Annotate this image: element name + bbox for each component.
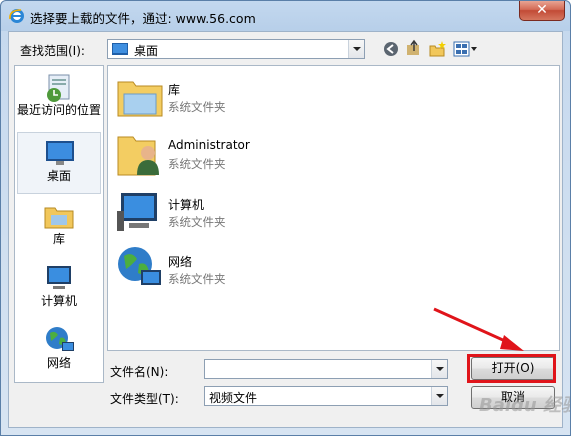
up-folder-icon[interactable] bbox=[406, 39, 422, 59]
look-in-label: 查找范围(I): bbox=[20, 44, 85, 58]
back-icon[interactable] bbox=[383, 39, 399, 59]
place-desktop[interactable]: 桌面 bbox=[17, 132, 101, 194]
item-type: 系统文件夹 bbox=[168, 215, 226, 229]
new-folder-icon[interactable] bbox=[429, 39, 447, 59]
place-computer[interactable]: 计算机 bbox=[17, 258, 101, 320]
place-libraries[interactable]: 库 bbox=[17, 196, 101, 258]
chevron-down-icon[interactable] bbox=[431, 360, 447, 378]
libraries-icon bbox=[44, 207, 74, 229]
file-upload-dialog: 选择要上载的文件，通过: www.56.com ✕ 查找范围(I): 桌面 最近… bbox=[0, 0, 571, 436]
view-menu-icon[interactable] bbox=[453, 39, 479, 59]
user-folder-icon bbox=[117, 136, 159, 176]
filetype-label: 文件类型(T): bbox=[110, 392, 179, 406]
place-label: 计算机 bbox=[40, 294, 77, 308]
item-type: 系统文件夹 bbox=[168, 100, 226, 114]
place-label: 库 bbox=[52, 232, 65, 246]
network-icon bbox=[118, 247, 161, 285]
close-button[interactable]: ✕ bbox=[519, 1, 565, 21]
close-icon: ✕ bbox=[536, 2, 548, 18]
filetype-select[interactable]: 视频文件 bbox=[204, 386, 448, 406]
computer-icon bbox=[47, 266, 71, 289]
network-icon bbox=[46, 327, 74, 351]
list-item[interactable]: Administrator 系统文件夹 bbox=[113, 129, 363, 181]
filename-label: 文件名(N): bbox=[110, 365, 169, 379]
title-bar[interactable]: 选择要上载的文件，通过: www.56.com ✕ bbox=[1, 1, 570, 31]
item-name: 计算机 bbox=[168, 198, 205, 212]
item-type: 系统文件夹 bbox=[168, 157, 226, 171]
list-item[interactable]: 计算机 系统文件夹 bbox=[113, 187, 363, 239]
watermark: Baidu 经验 bbox=[479, 395, 571, 416]
place-label: 最近访问的位置 bbox=[17, 103, 102, 117]
list-item[interactable]: 库 系统文件夹 bbox=[113, 72, 363, 124]
list-item[interactable]: 网络 系统文件夹 bbox=[113, 244, 363, 296]
red-arrow-annotation bbox=[433, 307, 524, 351]
desktop-icon bbox=[46, 141, 74, 165]
place-recent[interactable]: 最近访问的位置 bbox=[17, 69, 101, 131]
places-bar: 最近访问的位置 桌面 库 计算机 网络 bbox=[14, 65, 104, 383]
item-name: 网络 bbox=[168, 255, 193, 269]
window-title: 选择要上载的文件，通过: www.56.com bbox=[30, 11, 256, 26]
chevron-down-icon[interactable] bbox=[348, 40, 364, 58]
look-in-dropdown[interactable]: 桌面 bbox=[107, 39, 365, 59]
desktop-icon bbox=[112, 43, 128, 55]
libraries-icon bbox=[117, 81, 163, 117]
ie-icon bbox=[9, 9, 24, 23]
computer-icon bbox=[117, 193, 157, 231]
filetype-value: 视频文件 bbox=[209, 391, 258, 405]
filename-field[interactable] bbox=[204, 359, 448, 379]
place-label: 网络 bbox=[46, 356, 71, 370]
place-label: 桌面 bbox=[46, 169, 71, 183]
item-name: Administrator bbox=[168, 138, 250, 152]
place-network[interactable]: 网络 bbox=[17, 320, 101, 382]
chevron-down-icon[interactable] bbox=[431, 387, 447, 405]
recent-places-icon bbox=[47, 74, 70, 102]
look-in-value: 桌面 bbox=[134, 44, 159, 58]
item-name: 库 bbox=[168, 83, 181, 97]
item-type: 系统文件夹 bbox=[168, 272, 226, 286]
